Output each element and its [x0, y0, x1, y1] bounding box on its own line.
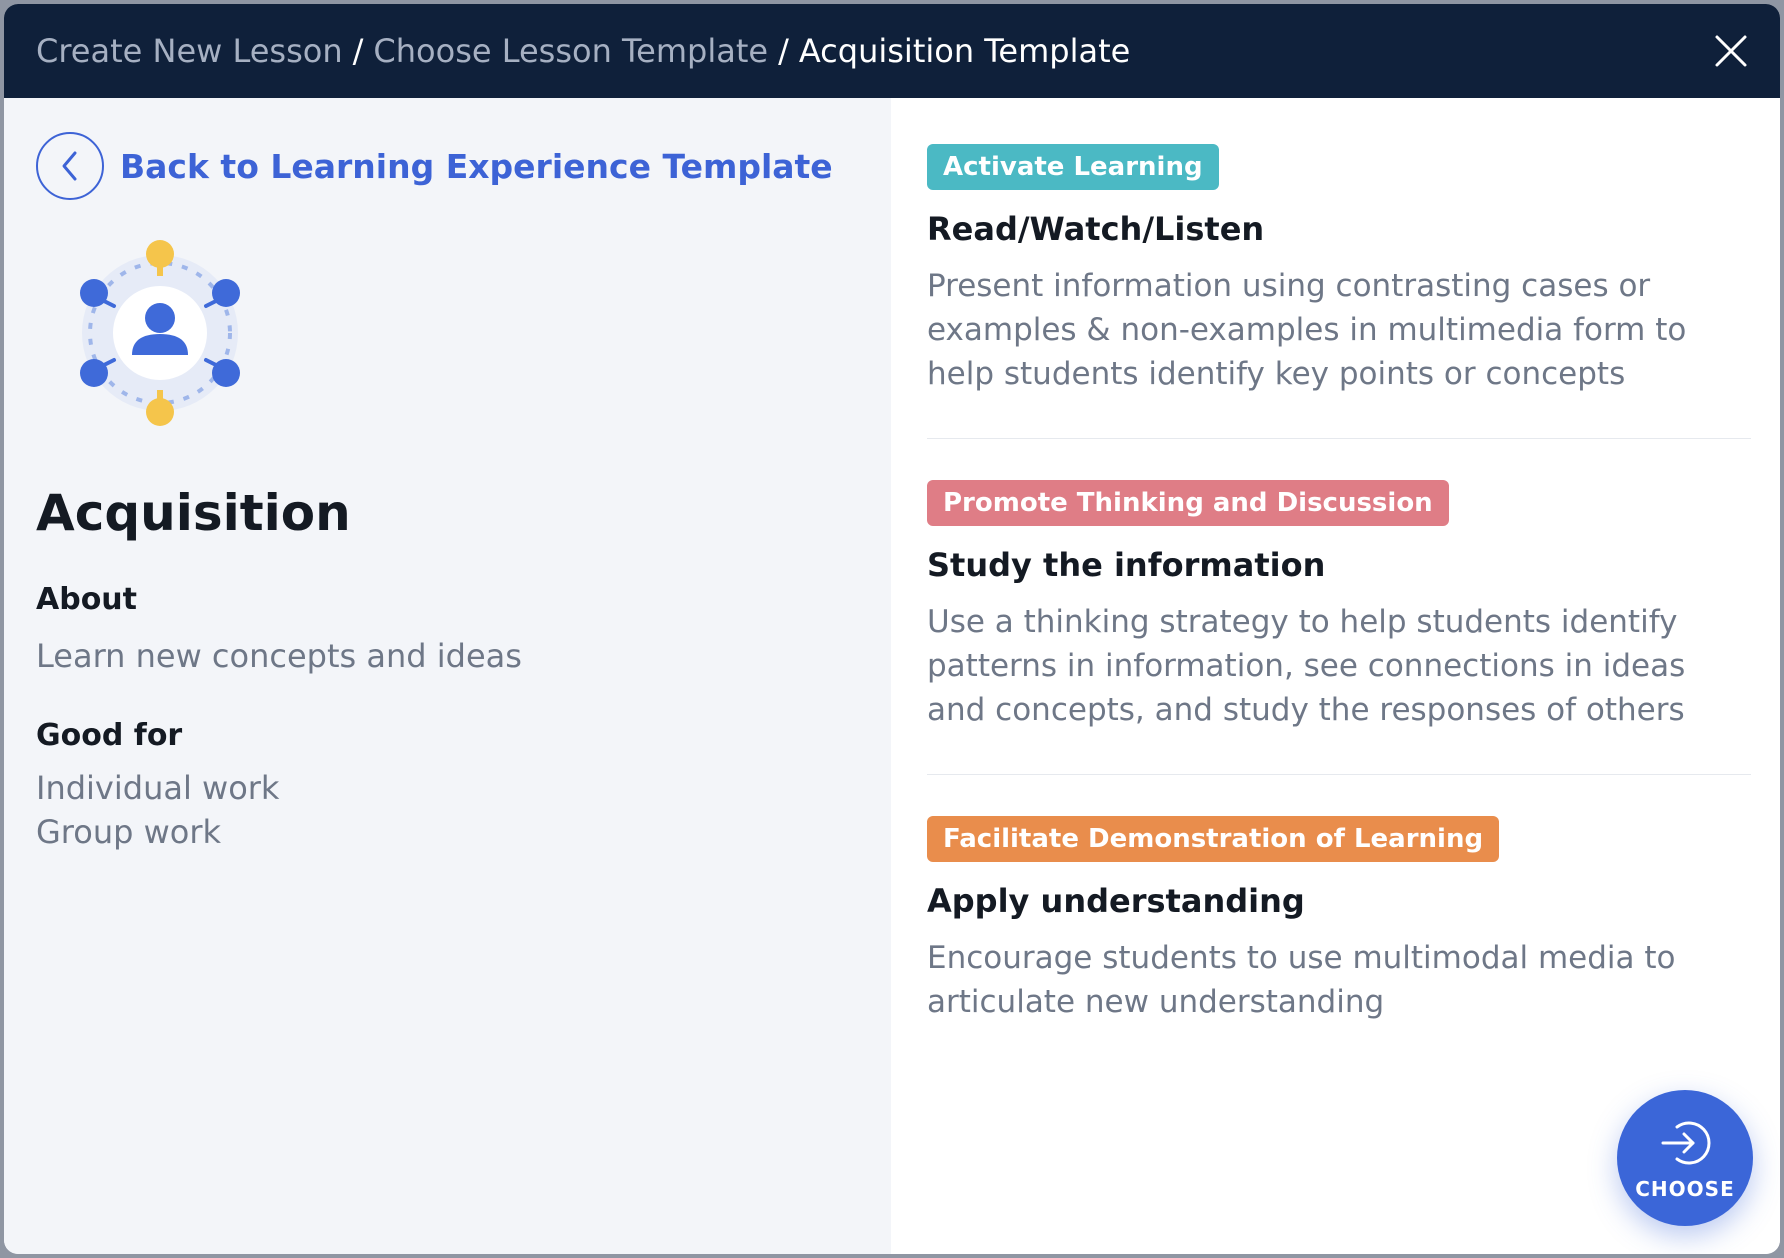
- breadcrumb-current: Acquisition Template: [798, 32, 1131, 70]
- breadcrumb-separator: /: [778, 32, 789, 70]
- step-card: Activate Learning Read/Watch/Listen Pres…: [927, 144, 1751, 396]
- person-network-icon: [80, 240, 240, 426]
- modal-header: Create New Lesson / Choose Lesson Templa…: [4, 4, 1780, 98]
- breadcrumb-choose-lesson-template[interactable]: Choose Lesson Template: [373, 32, 768, 70]
- template-title: Acquisition: [36, 484, 351, 542]
- about-text: Learn new concepts and ideas: [36, 637, 522, 675]
- about-label: About: [36, 582, 138, 617]
- good-for-item: Group work: [36, 813, 222, 851]
- choose-button[interactable]: CHOOSE: [1617, 1090, 1753, 1226]
- step-description: Use a thinking strategy to help students…: [927, 604, 1686, 728]
- step-card: Facilitate Demonstration of Learning App…: [927, 816, 1751, 1024]
- back-link-label[interactable]: Back to Learning Experience Template: [120, 147, 833, 186]
- step-description: Encourage students to use multimodal med…: [927, 940, 1676, 1020]
- close-icon: [1715, 35, 1747, 67]
- lesson-template-modal: Create New Lesson / Choose Lesson Templa…: [4, 4, 1780, 1254]
- breadcrumb: Create New Lesson / Choose Lesson Templa…: [36, 32, 1130, 70]
- back-to-learning-experience-link[interactable]: Back to Learning Experience Template: [36, 132, 833, 200]
- breadcrumb-create-new-lesson[interactable]: Create New Lesson: [36, 32, 343, 70]
- back-button-circle[interactable]: [36, 132, 104, 200]
- good-for-item: Individual work: [36, 769, 280, 807]
- step-divider: [927, 438, 1751, 439]
- template-steps-panel: Activate Learning Read/Watch/Listen Pres…: [891, 98, 1780, 1254]
- step-title: Apply understanding: [927, 882, 1305, 920]
- step-card: Promote Thinking and Discussion Study th…: [927, 480, 1751, 732]
- step-title: Read/Watch/Listen: [927, 210, 1265, 248]
- choose-label: CHOOSE: [1635, 1177, 1735, 1201]
- chevron-left-icon: [62, 151, 77, 181]
- breadcrumb-separator: /: [352, 32, 364, 70]
- step-description: Present information using contrasting ca…: [927, 268, 1687, 392]
- step-divider: [927, 774, 1751, 775]
- step-badge: Facilitate Demonstration of Learning: [927, 816, 1500, 862]
- step-badge: Activate Learning: [927, 144, 1219, 190]
- good-for-label: Good for: [36, 718, 183, 753]
- step-badge: Promote Thinking and Discussion: [927, 480, 1449, 526]
- enter-arrow-icon: [1661, 1121, 1711, 1165]
- step-title: Study the information: [927, 546, 1326, 584]
- close-button[interactable]: [1708, 28, 1754, 74]
- template-info-panel: Back to Learning Experience Template Acq…: [4, 98, 891, 1254]
